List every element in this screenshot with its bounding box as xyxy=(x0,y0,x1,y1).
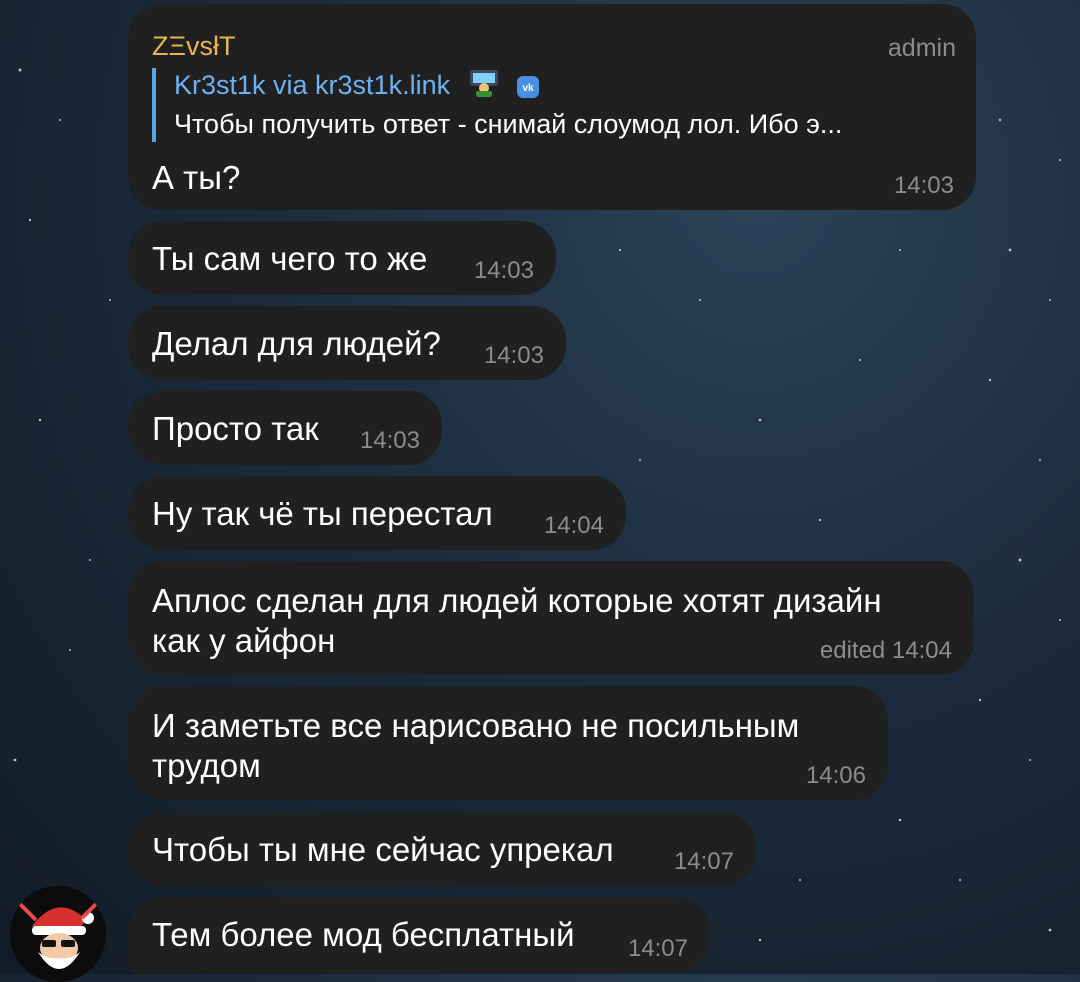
message-bubble-with-reply[interactable]: ZΞvsłT admin Kr3st1k via kr3st1k.link vk… xyxy=(128,4,976,210)
message-text: Делал для людей? xyxy=(152,325,441,362)
svg-text:vk: vk xyxy=(523,83,535,94)
message-time: 14:07 xyxy=(673,848,734,875)
message-time: 14:06 xyxy=(805,762,866,789)
message-text-line-1: И заметьте все нарисовано не посильным xyxy=(152,707,800,744)
message-time: edited 14:04 xyxy=(819,637,952,664)
vk-icon: vk xyxy=(517,72,540,106)
message-text: Чтобы ты мне сейчас упрекал xyxy=(152,831,614,868)
message-time: 14:03 xyxy=(483,342,544,369)
message-bubble[interactable]: И заметьте все нарисовано не посильным т… xyxy=(128,686,888,800)
message-time: 14:07 xyxy=(627,935,688,962)
message-text-line-1: Аплос сделан для людей которые хотят диз… xyxy=(152,582,882,619)
message-text: А ты? xyxy=(152,159,241,196)
message-time: 14:03 xyxy=(359,427,420,454)
reply-author: Kr3st1k via kr3st1k.link xyxy=(174,70,451,100)
message-text: Просто так xyxy=(152,410,319,447)
sender-name[interactable]: ZΞvsłT xyxy=(152,26,236,66)
message-time: 14:04 xyxy=(543,512,604,539)
message-bubble[interactable]: Делал для людей? 14:03 xyxy=(128,306,566,380)
message-time: 14:03 xyxy=(893,172,954,199)
message-bubble[interactable]: Чтобы ты мне сейчас упрекал 14:07 xyxy=(128,812,756,886)
technologist-emoji-icon xyxy=(466,68,502,106)
admin-badge: admin xyxy=(887,34,956,62)
message-bubble[interactable]: Тем более мод бесплатный 14:07 xyxy=(128,897,710,973)
message-time: 14:03 xyxy=(473,257,534,284)
message-bubble[interactable]: Ты сам чего то же 14:03 xyxy=(128,221,556,295)
message-text-line-2: трудом xyxy=(152,747,261,784)
message-text: Тем более мод бесплатный xyxy=(152,916,575,953)
reply-author-line: Kr3st1k via kr3st1k.link vk xyxy=(174,68,960,106)
message-bubble[interactable]: Аплос сделан для людей которые хотят диз… xyxy=(128,561,974,675)
reply-text: Чтобы получить ответ - снимай слоумод ло… xyxy=(174,109,843,139)
message-text-line-2: как у айфон xyxy=(152,622,336,659)
message-text: Ну так чё ты перестал xyxy=(152,495,493,532)
message-bubble[interactable]: Просто так 14:03 xyxy=(128,391,442,465)
message-bubble[interactable]: Ну так чё ты перестал 14:04 xyxy=(128,476,626,550)
reply-quote[interactable]: Kr3st1k via kr3st1k.link vk Чтобы получи… xyxy=(152,68,960,142)
santa-avatar-icon[interactable] xyxy=(10,886,106,982)
message-text: Ты сам чего то же xyxy=(152,240,428,277)
